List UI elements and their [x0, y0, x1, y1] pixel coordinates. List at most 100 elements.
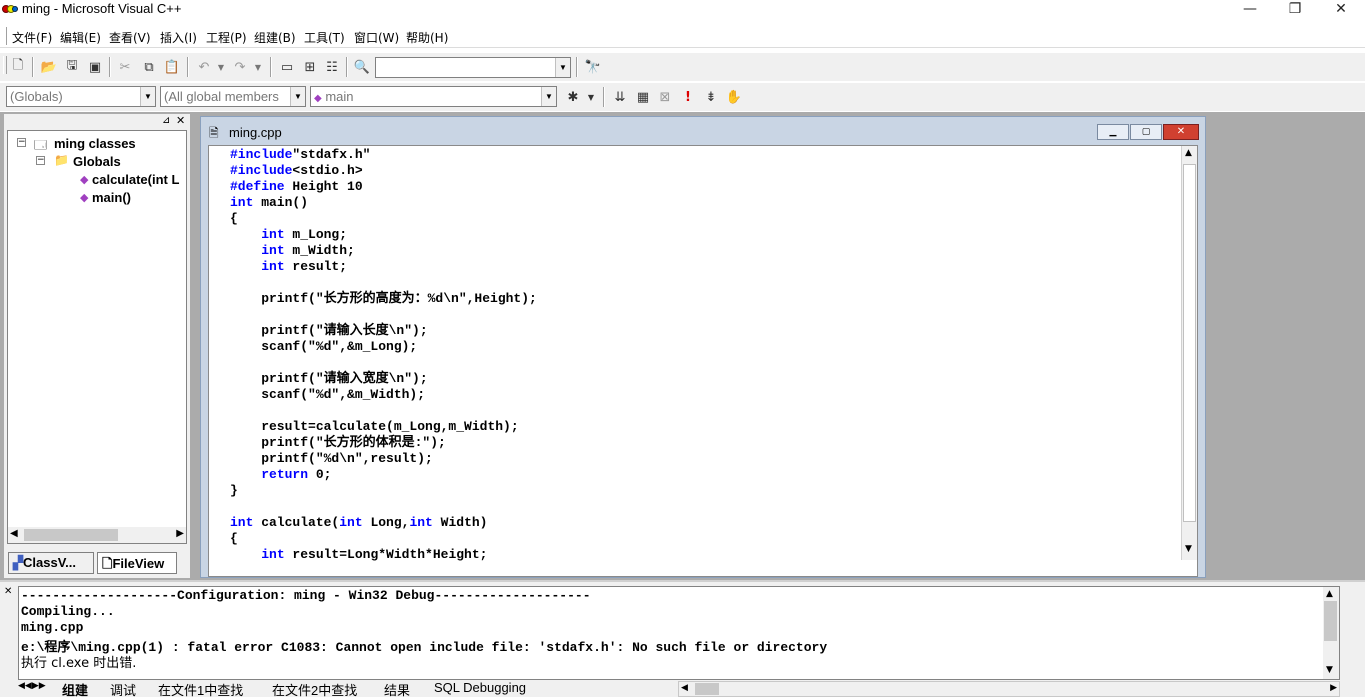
- chevron-down-icon[interactable]: ▼: [290, 87, 306, 106]
- code-line[interactable]: printf("长方形的高度为：%d\n",Height);: [230, 291, 537, 307]
- globals-combo[interactable]: (Globals) ▼: [6, 86, 156, 107]
- code-line[interactable]: {: [230, 531, 537, 547]
- code-line[interactable]: [230, 499, 537, 515]
- code-line[interactable]: int main(): [230, 195, 537, 211]
- collapse-icon[interactable]: −: [36, 156, 45, 165]
- close-button[interactable]: ✕: [1318, 0, 1364, 20]
- scroll-thumb[interactable]: [1183, 164, 1196, 522]
- menu-file[interactable]: 文件(F): [12, 29, 52, 46]
- scroll-left-icon[interactable]: ◀: [10, 528, 18, 539]
- tree-hscrollbar[interactable]: ◀ ▶: [8, 527, 186, 543]
- output-close-icon[interactable]: ✕: [4, 586, 12, 597]
- code-line[interactable]: [230, 355, 537, 371]
- tab-sql-debugging[interactable]: SQL Debugging: [434, 680, 526, 695]
- collapse-icon[interactable]: −: [17, 138, 26, 147]
- find-icon[interactable]: 🔭: [582, 56, 604, 78]
- chevron-down-icon[interactable]: ▼: [541, 87, 557, 106]
- tree-root[interactable]: ming classes: [54, 136, 136, 151]
- scroll-up-icon[interactable]: ▲: [1185, 148, 1192, 158]
- code-line[interactable]: #define Height 10: [230, 179, 537, 195]
- scroll-right-icon[interactable]: ▶: [176, 528, 184, 539]
- menu-window[interactable]: 窗口(W): [354, 29, 399, 46]
- function-combo[interactable]: ◆ main ▼: [310, 86, 557, 107]
- paste-icon[interactable]: 📋: [161, 56, 183, 78]
- find-combo[interactable]: ▼: [375, 57, 571, 78]
- cut-icon[interactable]: ✂: [114, 56, 136, 78]
- execute-icon[interactable]: !: [677, 86, 699, 108]
- editor-minimize-button[interactable]: ▁: [1097, 124, 1129, 140]
- code-line[interactable]: }: [230, 483, 537, 499]
- chevron-down-icon[interactable]: ▼: [140, 87, 156, 106]
- find-in-files-icon[interactable]: 🔍: [351, 56, 373, 78]
- tab-classview[interactable]: ▞ClassV...: [8, 552, 94, 574]
- tree-item-main[interactable]: main(): [92, 190, 131, 205]
- output-window-icon[interactable]: ⊞: [299, 56, 321, 78]
- menu-edit[interactable]: 编辑(E): [60, 29, 101, 46]
- output-text[interactable]: --------------------Configuration: ming …: [18, 586, 1340, 680]
- tree-globals[interactable]: Globals: [73, 154, 121, 169]
- redo-dropdown-icon[interactable]: ▼: [247, 56, 269, 78]
- code-line[interactable]: result=calculate(m_Long,m_Width);: [230, 419, 537, 435]
- scroll-left-icon[interactable]: ◀: [681, 683, 688, 693]
- code-line[interactable]: printf("%d\n",result);: [230, 451, 537, 467]
- code-line[interactable]: printf("长方形的体积是:");: [230, 435, 537, 451]
- menu-insert[interactable]: 插入(I): [160, 29, 197, 46]
- code-line[interactable]: printf("请输入长度\n");: [230, 323, 537, 339]
- code-line[interactable]: [230, 275, 537, 291]
- pane-pin-icon[interactable]: ⊿: [162, 115, 170, 126]
- menu-project[interactable]: 工程(P): [206, 29, 247, 46]
- tab-results[interactable]: 结果: [384, 680, 410, 697]
- code-line[interactable]: scanf("%d",&m_Width);: [230, 387, 537, 403]
- code-line[interactable]: #include"stdafx.h": [230, 147, 537, 163]
- editor-vscrollbar[interactable]: ▲ ▼: [1181, 146, 1197, 560]
- code-editor[interactable]: #include"stdafx.h" #include<stdio.h> #defi…: [208, 145, 1198, 577]
- compile-icon[interactable]: ⇊: [609, 86, 631, 108]
- pane-close-icon[interactable]: ✕: [176, 114, 185, 127]
- new-file-icon[interactable]: 🗋: [7, 56, 29, 78]
- save-icon[interactable]: 🖫: [61, 56, 83, 78]
- wizard-dropdown-icon[interactable]: ▼: [580, 86, 602, 108]
- code-line[interactable]: int result;: [230, 259, 537, 275]
- breakpoint-icon[interactable]: ✋: [723, 86, 745, 108]
- go-icon[interactable]: ⇟: [700, 86, 722, 108]
- code-line[interactable]: int m_Width;: [230, 243, 537, 259]
- menu-view[interactable]: 查看(V): [109, 29, 151, 46]
- code-line[interactable]: scanf("%d",&m_Long);: [230, 339, 537, 355]
- code-line[interactable]: [230, 403, 537, 419]
- scroll-down-icon[interactable]: ▼: [1185, 544, 1192, 554]
- stop-build-icon[interactable]: ⊠: [654, 86, 676, 108]
- members-combo[interactable]: (All global members ▼: [160, 86, 306, 107]
- scroll-thumb[interactable]: [24, 529, 118, 541]
- scroll-right-icon[interactable]: ▶: [1330, 683, 1337, 693]
- copy-icon[interactable]: ⧉: [138, 56, 160, 78]
- tab-debug[interactable]: 调试: [110, 680, 136, 697]
- editor-close-button[interactable]: ✕: [1163, 124, 1199, 140]
- editor-maximize-button[interactable]: ▢: [1130, 124, 1162, 140]
- tab-find1[interactable]: 在文件1中查找: [158, 680, 243, 697]
- code-line[interactable]: int result=Long*Width*Height;: [230, 547, 537, 563]
- tree-item-calculate[interactable]: calculate(int L: [92, 172, 179, 187]
- tab-fileview[interactable]: 🗋FileView: [97, 552, 177, 574]
- code-line[interactable]: {: [230, 211, 537, 227]
- workspace-icon[interactable]: ▭: [276, 56, 298, 78]
- menu-build[interactable]: 组建(B): [254, 29, 296, 46]
- output-vscrollbar[interactable]: ▲ ▼: [1323, 587, 1339, 679]
- scroll-down-icon[interactable]: ▼: [1326, 665, 1333, 675]
- tab-find2[interactable]: 在文件2中查找: [272, 680, 357, 697]
- menu-help[interactable]: 帮助(H): [406, 29, 448, 46]
- scroll-up-icon[interactable]: ▲: [1326, 589, 1333, 599]
- code-line[interactable]: int calculate(int Long,int Width): [230, 515, 537, 531]
- minimize-button[interactable]: —: [1227, 0, 1273, 20]
- code-text[interactable]: #include"stdafx.h" #include<stdio.h> #defi…: [230, 147, 537, 563]
- maximize-button[interactable]: ❐: [1272, 0, 1318, 20]
- tab-build[interactable]: 组建: [62, 680, 88, 697]
- menu-tools[interactable]: 工具(T): [304, 29, 345, 46]
- code-line[interactable]: #include<stdio.h>: [230, 163, 537, 179]
- code-line[interactable]: [230, 307, 537, 323]
- code-line[interactable]: return 0;: [230, 467, 537, 483]
- code-line[interactable]: int m_Long;: [230, 227, 537, 243]
- build-icon[interactable]: ▦: [632, 86, 654, 108]
- scroll-thumb[interactable]: [1324, 601, 1337, 641]
- open-folder-icon[interactable]: 📂: [38, 56, 60, 78]
- window-list-icon[interactable]: ☷: [321, 56, 343, 78]
